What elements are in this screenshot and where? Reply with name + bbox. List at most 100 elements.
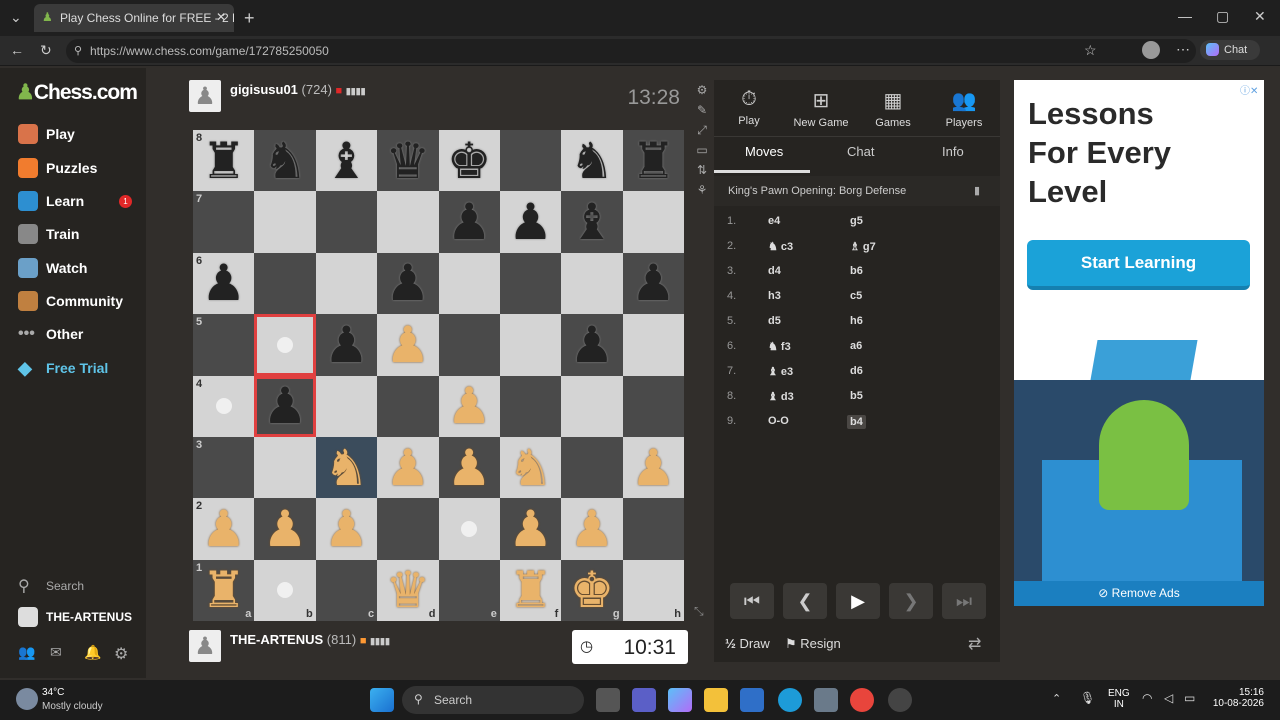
chess-logo[interactable]: ♟Chess.com xyxy=(16,80,138,105)
tab-list-icon[interactable]: ⌄ xyxy=(10,9,22,26)
board-square-d3[interactable]: ♟ xyxy=(377,436,439,499)
board-square-h8[interactable]: ♜ xyxy=(622,130,684,192)
browser-tab[interactable]: ♟ Play Chess Online for FREE - 2 Pla ✕ xyxy=(34,4,234,32)
board-square-g1[interactable]: ♚ g xyxy=(561,559,623,621)
copilot-icon[interactable] xyxy=(668,688,692,712)
teams-icon[interactable] xyxy=(632,688,656,712)
black-rook-icon[interactable]: ♜ xyxy=(631,136,676,186)
volume-icon[interactable]: ◁ xyxy=(1164,691,1173,705)
white-move[interactable]: ♞ f3 xyxy=(768,340,791,353)
app-icon[interactable] xyxy=(888,688,912,712)
board-square-c1[interactable]: c xyxy=(315,559,378,621)
white-move[interactable]: h3 xyxy=(768,290,781,302)
profile-avatar[interactable] xyxy=(1142,41,1160,59)
board-square-h4[interactable] xyxy=(622,375,684,437)
board-square-e6[interactable] xyxy=(438,252,500,315)
clock[interactable]: 15:16 10-08-2026 xyxy=(1212,687,1264,709)
board-square-b2[interactable]: ♟ xyxy=(254,498,316,560)
black-move[interactable]: a6 xyxy=(850,340,862,352)
sidebar-search[interactable]: ⚲ Search xyxy=(18,576,84,596)
reload-icon[interactable]: ↻ xyxy=(40,42,52,59)
board-square-a3[interactable]: 3 xyxy=(193,436,255,499)
board-square-g7[interactable]: ♝ xyxy=(561,191,623,253)
sidebar-item-play[interactable]: Play xyxy=(18,124,75,144)
board-square-d5[interactable]: ♟ xyxy=(377,314,439,376)
board-square-d1[interactable]: ♛ d xyxy=(377,559,439,621)
board-square-d4[interactable] xyxy=(377,375,439,437)
legal-move-dot[interactable] xyxy=(215,398,232,415)
white-move[interactable]: d4 xyxy=(768,265,781,277)
board-square-f5[interactable] xyxy=(499,314,562,376)
black-move[interactable]: b6 xyxy=(850,265,863,277)
board-square-c6[interactable] xyxy=(315,252,378,315)
white-rook-icon[interactable]: ♜ xyxy=(508,565,553,615)
subtab-info[interactable]: Info xyxy=(942,144,964,159)
white-move[interactable]: e4 xyxy=(768,215,780,227)
tab-new-game[interactable]: ⊞ New Game xyxy=(786,88,856,129)
black-pawn-icon[interactable]: ♟ xyxy=(447,197,492,247)
board-square-f3[interactable]: ♞ xyxy=(499,436,562,499)
white-pawn-icon[interactable]: ♟ xyxy=(447,443,492,493)
white-pawn-icon[interactable]: ♟ xyxy=(385,320,430,370)
board-square-d7[interactable] xyxy=(377,191,439,253)
sidebar-item-watch[interactable]: Watch xyxy=(18,258,87,278)
white-queen-icon[interactable]: ♛ xyxy=(385,565,430,615)
board-square-b7[interactable] xyxy=(254,191,316,253)
board-square-g2[interactable]: ♟ xyxy=(561,498,623,560)
black-pawn-icon[interactable]: ♟ xyxy=(201,258,246,308)
flip-board-icon[interactable]: ⇅ xyxy=(694,160,710,180)
board-square-h2[interactable] xyxy=(622,498,684,560)
tray-chevron-icon[interactable]: ⌃ xyxy=(1052,692,1061,705)
settings-icon[interactable] xyxy=(814,688,838,712)
favorite-icon[interactable]: ☆ xyxy=(1084,42,1097,59)
black-bishop-icon[interactable]: ♝ xyxy=(324,136,369,186)
black-move[interactable]: g5 xyxy=(850,215,863,227)
board-square-f8[interactable] xyxy=(499,130,562,192)
black-rook-icon[interactable]: ♜ xyxy=(201,136,246,186)
subtab-moves[interactable]: Moves xyxy=(745,144,783,159)
remove-ads-button[interactable]: ⊘ Remove Ads xyxy=(1014,581,1264,606)
start-learning-button[interactable]: Start Learning xyxy=(1027,240,1250,290)
sidebar-item-community[interactable]: Community xyxy=(18,291,123,311)
play-button[interactable]: ▶ xyxy=(836,583,880,619)
white-pawn-icon[interactable]: ♟ xyxy=(631,443,676,493)
legal-move-dot[interactable] xyxy=(461,520,478,537)
opponent-avatar[interactable]: ♟ xyxy=(189,80,221,112)
white-move[interactable]: O-O xyxy=(768,415,789,427)
next-move-button[interactable]: ❯ xyxy=(889,583,933,619)
white-move[interactable]: ♝ e3 xyxy=(768,365,793,378)
board-square-h6[interactable]: ♟ xyxy=(622,252,684,315)
board-square-b8[interactable]: ♞ xyxy=(254,130,316,192)
analysis-icon[interactable]: ✎ xyxy=(694,100,710,120)
tab-games[interactable]: ▦ Games xyxy=(858,88,928,129)
board-square-c5[interactable]: ♟ xyxy=(315,314,378,376)
white-knight-icon[interactable]: ♞ xyxy=(324,443,369,493)
board-square-a7[interactable]: 7 xyxy=(193,191,255,253)
language-indicator[interactable]: ENG IN xyxy=(1108,688,1130,710)
new-tab-icon[interactable]: + xyxy=(244,8,255,29)
board-square-g4[interactable] xyxy=(561,375,623,437)
board-square-c4[interactable] xyxy=(315,375,378,437)
black-bishop-icon[interactable]: ♝ xyxy=(570,197,615,247)
minimize-icon[interactable]: — xyxy=(1178,8,1192,24)
wifi-icon[interactable]: ◠ xyxy=(1142,691,1152,705)
edge-icon[interactable] xyxy=(778,688,802,712)
board-square-e1[interactable]: e xyxy=(438,559,500,621)
board-square-f7[interactable]: ♟ xyxy=(499,191,562,253)
board-square-b4[interactable]: ♟ xyxy=(254,375,316,437)
black-move[interactable]: d6 xyxy=(850,365,863,377)
black-pawn-icon[interactable]: ♟ xyxy=(570,320,615,370)
board-square-e2[interactable] xyxy=(438,498,500,560)
white-pawn-icon[interactable]: ♟ xyxy=(570,504,615,554)
board-square-d8[interactable]: ♛ xyxy=(377,130,439,192)
draw-button[interactable]: ½ Draw xyxy=(725,636,770,651)
black-move[interactable]: b5 xyxy=(850,390,863,402)
resign-button[interactable]: ⚑ Resign xyxy=(785,636,841,652)
white-pawn-icon[interactable]: ♟ xyxy=(324,504,369,554)
legal-move-dot[interactable] xyxy=(277,336,294,353)
copilot-chat-button[interactable]: Chat xyxy=(1200,40,1260,60)
tab-players[interactable]: 👥 Players xyxy=(929,88,999,129)
file-explorer-icon[interactable] xyxy=(704,688,728,712)
board-square-f1[interactable]: ♜ f xyxy=(499,559,562,621)
close-tab-icon[interactable]: ✕ xyxy=(216,10,226,24)
